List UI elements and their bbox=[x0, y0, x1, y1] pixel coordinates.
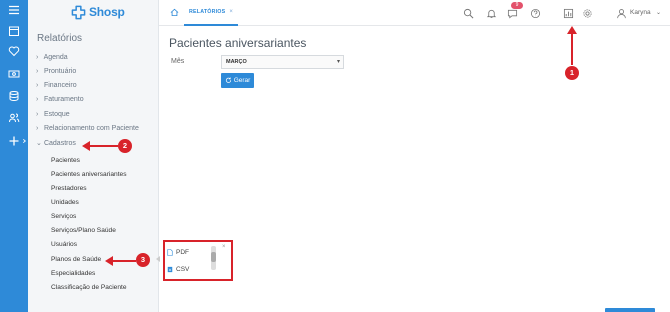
sub-item-classificacao-paciente[interactable]: Classificação de Paciente bbox=[51, 284, 127, 291]
bell-icon[interactable] bbox=[485, 7, 497, 19]
export-pdf-label: PDF bbox=[176, 249, 189, 256]
tab-label: RELATÓRIOS bbox=[189, 9, 226, 15]
arrowhead-up-icon bbox=[567, 26, 577, 34]
sub-item-especialidades[interactable]: Especialidades bbox=[51, 270, 95, 277]
refresh-icon bbox=[225, 77, 231, 83]
bottom-action-button-edge[interactable] bbox=[605, 308, 655, 312]
caret-down-icon: ▾ bbox=[336, 59, 340, 65]
chevron-right-icon: › bbox=[36, 96, 39, 103]
popup-scrollbar[interactable] bbox=[211, 246, 216, 270]
menu-item-label: Estoque bbox=[43, 111, 70, 118]
menu-icon[interactable] bbox=[7, 3, 21, 17]
sub-item-servicos-plano-saude[interactable]: Serviços/Plano Saúde bbox=[51, 227, 116, 234]
calendar-icon[interactable] bbox=[7, 24, 21, 38]
notification-badge: 9 bbox=[511, 2, 523, 9]
mes-selected-value: MARÇO bbox=[226, 59, 247, 65]
sidebar-title: Relatórios bbox=[37, 33, 83, 44]
annotation-arrow-3 bbox=[111, 260, 136, 262]
tab-relatorios[interactable]: RELATÓRIOS × bbox=[184, 0, 239, 26]
sub-item-servicos[interactable]: Serviços bbox=[51, 213, 76, 220]
top-bar: RELATÓRIOS × 9 Karyna ⌄ bbox=[159, 0, 670, 26]
menu-item-agenda[interactable]: › Agenda bbox=[36, 54, 68, 61]
chevron-down-icon: ⌄ bbox=[36, 140, 42, 147]
mes-select[interactable]: MARÇO ▾ bbox=[221, 55, 344, 69]
scrollbar-thumb[interactable] bbox=[211, 252, 216, 262]
sub-item-pacientes-aniversariantes[interactable]: Pacientes aniversariantes bbox=[51, 171, 127, 178]
menu-item-estoque[interactable]: › Estoque bbox=[36, 111, 70, 118]
chevron-right-icon: › bbox=[36, 68, 39, 75]
export-pdf-option[interactable]: PDF bbox=[167, 249, 189, 256]
export-csv-option[interactable]: CSV bbox=[167, 266, 189, 273]
shosp-logo[interactable]: Shosp bbox=[71, 4, 125, 20]
export-popup: PDF CSV × bbox=[163, 240, 233, 281]
chevron-right-icon: › bbox=[36, 54, 39, 61]
users-icon[interactable] bbox=[7, 111, 21, 125]
add-icon[interactable] bbox=[7, 134, 21, 148]
annotation-arrow-1 bbox=[571, 32, 573, 65]
sub-item-usuarios[interactable]: Usuários bbox=[51, 241, 77, 248]
sub-item-prestadores[interactable]: Prestadores bbox=[51, 185, 87, 192]
gerar-label: Gerar bbox=[233, 77, 251, 84]
heart-icon[interactable] bbox=[7, 44, 21, 58]
logo-cross-icon bbox=[71, 5, 86, 19]
mes-label: Mês bbox=[171, 58, 185, 65]
menu-item-prontuario[interactable]: › Prontuário bbox=[36, 68, 76, 75]
sub-item-planos-de-saude[interactable]: Planos de Saúde bbox=[51, 256, 101, 263]
gerar-button[interactable]: Gerar bbox=[221, 73, 254, 88]
menu-item-label: Prontuário bbox=[43, 68, 77, 75]
chevron-down-icon[interactable]: ⌄ bbox=[656, 9, 661, 16]
menu-item-label: Cadastros bbox=[43, 140, 76, 147]
reports-icon[interactable] bbox=[562, 7, 574, 19]
export-csv-label: CSV bbox=[176, 266, 190, 273]
csv-file-icon bbox=[167, 266, 173, 273]
logo-text: Shosp bbox=[89, 5, 125, 19]
menu-item-financeiro[interactable]: › Financeiro bbox=[36, 82, 77, 89]
user-name[interactable]: Karyna bbox=[630, 9, 651, 16]
popup-pointer bbox=[156, 256, 160, 262]
annotation-marker-3: 3 bbox=[136, 253, 150, 267]
menu-item-relacionamento[interactable]: › Relacionamento com Paciente bbox=[36, 125, 139, 132]
menu-item-label: Agenda bbox=[43, 54, 68, 61]
sub-item-pacientes[interactable]: Pacientes bbox=[51, 157, 80, 164]
sub-item-unidades[interactable]: Unidades bbox=[51, 199, 79, 206]
annotation-marker-2: 2 bbox=[118, 139, 132, 153]
database-icon[interactable] bbox=[7, 89, 21, 103]
pdf-file-icon bbox=[167, 249, 173, 256]
chevron-right-icon: › bbox=[36, 125, 39, 132]
tab-close-icon[interactable]: × bbox=[229, 9, 233, 15]
menu-item-faturamento[interactable]: › Faturamento bbox=[36, 96, 84, 103]
help-icon[interactable] bbox=[529, 7, 541, 19]
user-icon[interactable] bbox=[615, 7, 627, 19]
gear-icon[interactable] bbox=[581, 7, 593, 19]
chevron-right-icon: › bbox=[36, 111, 39, 118]
menu-item-cadastros[interactable]: ⌄ Cadastros bbox=[36, 139, 76, 147]
menu-item-label: Faturamento bbox=[43, 96, 84, 103]
money-icon[interactable] bbox=[7, 67, 21, 81]
menu-item-label: Financeiro bbox=[43, 82, 77, 89]
search-icon[interactable] bbox=[462, 7, 474, 19]
icon-rail bbox=[0, 0, 28, 312]
expand-chevron-icon[interactable] bbox=[21, 134, 28, 148]
chevron-right-icon: › bbox=[36, 82, 39, 89]
arrowhead-left-icon bbox=[82, 141, 90, 151]
home-icon[interactable] bbox=[170, 8, 179, 17]
menu-item-label: Relacionamento com Paciente bbox=[43, 125, 139, 132]
annotation-arrow-2 bbox=[88, 145, 118, 147]
page-title: Pacientes aniversariantes bbox=[169, 36, 307, 50]
arrowhead-left-icon bbox=[105, 256, 113, 266]
annotation-marker-1: 1 bbox=[565, 66, 579, 80]
popup-close-icon[interactable]: × bbox=[222, 244, 226, 250]
